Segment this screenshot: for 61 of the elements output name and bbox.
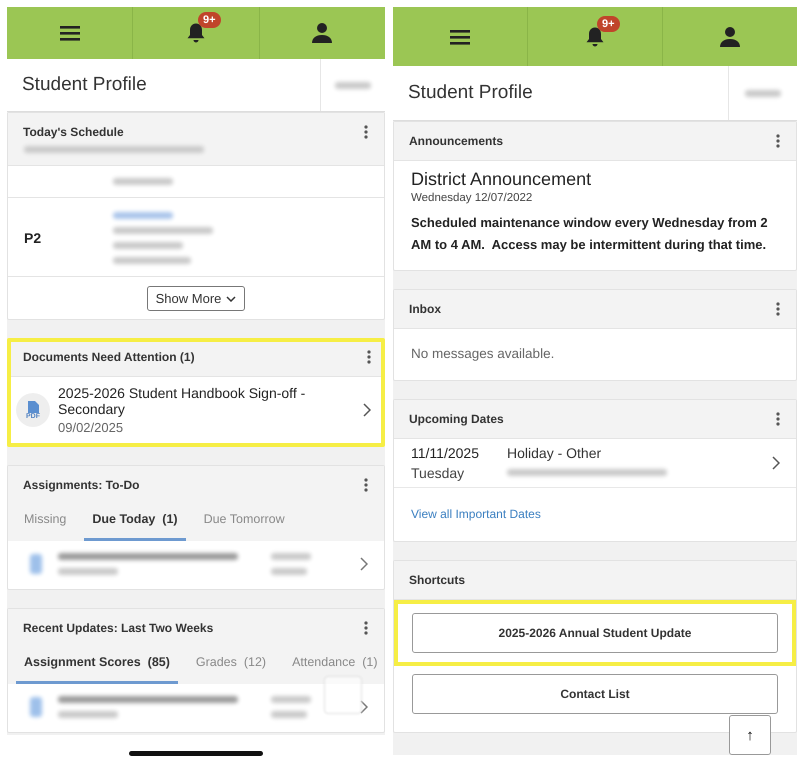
scroll-to-top-button[interactable]: ↑ (729, 715, 771, 755)
more-options-icon[interactable] (776, 412, 780, 426)
date-item[interactable]: 11/11/2025 Tuesday Holiday - Other (394, 439, 796, 488)
page-title: Student Profile (407, 82, 534, 104)
more-options-icon[interactable] (364, 478, 368, 492)
card-title: Inbox (409, 302, 441, 316)
blurred-text (113, 242, 183, 249)
card-title: Upcoming Dates (409, 412, 504, 426)
menu-icon (450, 28, 470, 44)
event-date: 11/11/2025 (411, 445, 479, 461)
blurred-text (335, 82, 371, 88)
shortcut-button[interactable]: 2025-2026 Annual Student Update (412, 613, 778, 653)
tab[interactable]: Due Today (1) (84, 504, 186, 541)
view-dates-link[interactable]: View all Important Dates (411, 507, 541, 521)
blurred-text (58, 711, 118, 718)
blurred-text (271, 711, 307, 718)
bell-icon (585, 26, 605, 48)
announcement-date: Wednesday 12/07/2022 (411, 192, 534, 204)
blurred-text (58, 568, 118, 575)
more-options-icon[interactable] (367, 350, 371, 364)
card-title: Recent Updates: Last Two Weeks (23, 621, 214, 635)
notification-badge: 9+ (198, 12, 221, 28)
more-options-icon[interactable] (364, 621, 368, 635)
bell-icon (186, 22, 206, 44)
blurred-text (745, 90, 781, 96)
card-title: Assignments: To-Do (23, 478, 140, 492)
chevron-down-icon (226, 296, 236, 302)
blurred-icon (30, 554, 42, 574)
event-name: Holiday - Other (507, 445, 602, 461)
blurred-text (271, 568, 307, 575)
chevron-right-icon (363, 403, 371, 417)
notification-badge: 9+ (597, 16, 620, 32)
card-title: Today's Schedule (23, 125, 124, 139)
chevron-right-icon (772, 456, 780, 470)
announcement-heading: District Announcement (411, 169, 592, 190)
card-title: Documents Need Attention (1) (23, 350, 195, 364)
blurred-icon (30, 697, 42, 717)
more-options-icon[interactable] (776, 302, 780, 316)
menu-icon (60, 25, 80, 41)
shortcut-button[interactable]: Contact List (412, 674, 778, 714)
blurred-text (113, 178, 173, 185)
chevron-right-icon (360, 557, 368, 571)
period-label: P2 (24, 230, 42, 246)
blurred-text (113, 212, 173, 219)
tab[interactable]: Assignment Scores (85) (16, 647, 178, 684)
document-title: 2025-2026 Student Handbook Sign-off - Secondary (58, 385, 306, 417)
more-options-icon[interactable] (776, 134, 780, 148)
card-title: Announcements (409, 134, 504, 148)
blurred-text (271, 696, 311, 703)
event-day: Tuesday (411, 465, 479, 481)
empty-message: No messages available. (411, 346, 554, 361)
announcement-text: Scheduled maintenance window every Wednesday from 2 AM to 4 AM. Access may be intermittent during that time. (411, 214, 769, 254)
chevron-right-icon (360, 700, 368, 714)
page-title: Student Profile (21, 74, 148, 96)
blurred-text (271, 553, 311, 560)
more-options-icon[interactable] (364, 125, 368, 139)
document-date: 09/02/2025 (58, 420, 124, 435)
card-title: Shortcuts (409, 573, 466, 587)
show-more-button[interactable]: Show More (146, 286, 246, 311)
person-icon (720, 26, 740, 48)
person-icon (312, 22, 332, 44)
